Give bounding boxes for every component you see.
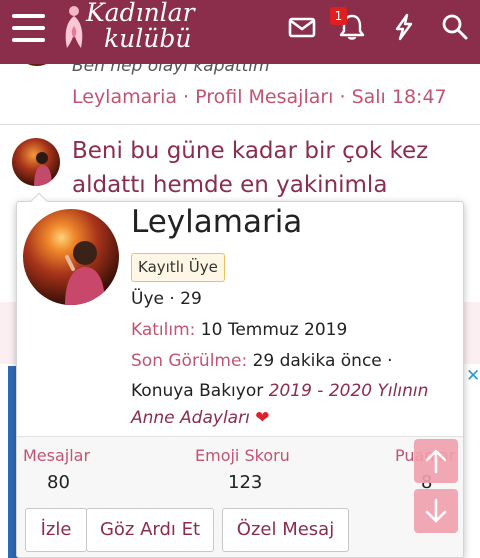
- scroll-up-button[interactable]: [414, 439, 458, 483]
- heart-icon: ❤: [255, 408, 270, 428]
- member-name[interactable]: Leylamaria: [131, 204, 302, 240]
- last-seen-label: Son Görülme:: [131, 351, 248, 371]
- member-avatar[interactable]: [23, 209, 119, 305]
- role-badge: Kayıtlı Üye: [131, 253, 225, 282]
- activity-row: Konuya Bakıyor 2019 - 2020 Yılının Anne …: [131, 378, 451, 432]
- last-seen-row: Son Görülme: 29 dakika önce ·: [131, 351, 393, 371]
- bolt-icon[interactable]: [389, 12, 419, 42]
- logo-line-1: Kadınlar: [86, 0, 195, 27]
- joined-row: Katılım: 10 Temmuz 2019: [131, 320, 347, 340]
- avatar[interactable]: [12, 138, 60, 186]
- logo-line-2: kulübü: [104, 24, 192, 53]
- divider: [0, 124, 480, 125]
- notification-badge: 1: [330, 7, 347, 25]
- joined-value: 10 Temmuz 2019: [200, 320, 348, 340]
- logo-figure-icon: [65, 6, 83, 48]
- scroll-down-button[interactable]: [414, 489, 458, 533]
- stat-value-emoji-score: 123: [228, 472, 263, 493]
- list-item-snippet[interactable]: Beni bu güne kadar bir çok kez aldattı h…: [72, 134, 472, 202]
- stat-label-emoji-score: Emoji Skoru: [195, 446, 290, 465]
- joined-label: Katılım:: [131, 320, 196, 340]
- close-icon[interactable]: ✕: [466, 366, 480, 386]
- stat-label-messages: Mesajlar: [23, 446, 91, 465]
- menu-icon[interactable]: [12, 14, 45, 42]
- follow-button[interactable]: İzle: [25, 508, 87, 552]
- activity-prefix: Konuya Bakıyor: [131, 381, 264, 401]
- arrow-down-icon: [425, 498, 447, 523]
- member-tooltip-card: Leylamaria Kayıtlı Üye Üye · 29 Katılım:…: [16, 201, 464, 558]
- ignore-button[interactable]: Göz Ardı Et: [86, 508, 214, 552]
- list-item-meta[interactable]: Leylamaria · Profil Mesajları · Salı 18:…: [72, 86, 447, 108]
- member-title: Üye · 29: [131, 289, 202, 309]
- site-logo[interactable]: Kadınlar kulübü: [84, 0, 195, 52]
- search-icon[interactable]: [440, 12, 470, 42]
- stat-value-messages: 80: [47, 472, 70, 493]
- arrow-up-icon: [425, 449, 447, 474]
- top-bar: Kadınlar kulübü 1: [0, 0, 480, 64]
- last-seen-value: 29 dakika önce ·: [252, 351, 393, 371]
- mail-icon[interactable]: [287, 12, 317, 42]
- private-message-button[interactable]: Özel Mesaj: [222, 508, 349, 552]
